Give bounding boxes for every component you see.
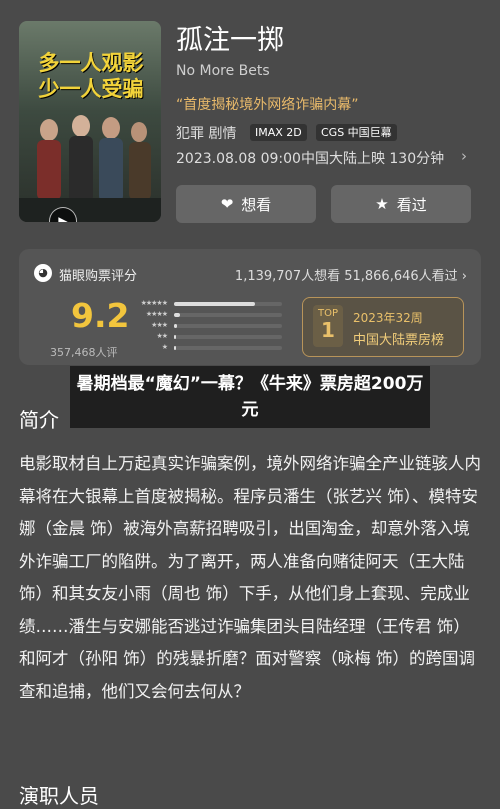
rating-row-fill: [174, 313, 181, 317]
intro-heading: 简介: [19, 408, 59, 432]
star-icon: ★: [375, 195, 389, 213]
rating-row-stars: ★★★★: [145, 310, 168, 318]
watched-button[interactable]: ★ 看过: [331, 185, 471, 223]
chevron-right-icon[interactable]: ›: [461, 147, 467, 165]
rating-row-track: [174, 302, 282, 306]
rating-row-track: [174, 313, 282, 317]
rating-row-stars: ★★: [156, 332, 168, 340]
rating-row-stars: ★: [161, 343, 168, 351]
poster-cast-illustration: [19, 115, 161, 222]
rating-score: 9.2: [71, 296, 130, 335]
rating-distribution-row: ★★★★: [131, 310, 282, 320]
rating-row-stars: ★★★: [151, 321, 168, 329]
release-info[interactable]: 2023.08.08 09:00中国大陆上映 130分钟: [176, 148, 444, 168]
poster-slogan-line2: 少一人受骗: [38, 77, 144, 101]
rating-source: 猫眼购票评分: [59, 269, 138, 284]
format-badge-cgs: CGS 中国巨幕: [316, 124, 397, 141]
rating-distribution-row: ★★: [131, 332, 282, 342]
intro-text: 电影取材自上万起真实诈骗案例，境外网络诈骗全产业链骇人内幕将在大银幕上首度被揭秘…: [19, 454, 481, 701]
want-to-watch-label: 想看: [241, 195, 272, 214]
movie-english-title: No More Bets: [176, 63, 270, 79]
box-office-rank-badge[interactable]: TOP 1 2023年32周 中国大陆票房榜: [302, 297, 464, 357]
rating-row-fill: [174, 335, 177, 339]
rating-distribution-row: ★★★: [131, 321, 282, 331]
rating-distribution-row: ★★★★★: [131, 299, 282, 309]
watched-label: 看过: [396, 195, 427, 214]
format-badge-imax: IMAX 2D: [250, 124, 307, 141]
rating-count: 357,468人评: [50, 346, 118, 359]
rating-row-track: [174, 324, 282, 328]
rating-stats: 1,139,707人想看 51,866,646人看过 ›: [235, 265, 467, 284]
news-overlay-banner[interactable]: 暑期档最“魔幻”一幕？《牛来》票房超200万元: [70, 366, 430, 428]
rank-number: 1: [321, 318, 335, 342]
heart-icon: ❤: [220, 195, 234, 213]
want-to-watch-button[interactable]: ❤ 想看: [176, 185, 316, 223]
chevron-right-icon: ›: [461, 269, 467, 284]
rating-row-track: [174, 335, 282, 339]
rating-card[interactable]: ◕ 猫眼购票评分 1,139,707人想看 51,866,646人看过 › 9.…: [19, 249, 481, 365]
movie-title: 孤注一掷: [176, 25, 284, 56]
rating-row-fill: [174, 324, 178, 328]
rank-list-name: 中国大陆票房榜: [353, 333, 445, 348]
rating-row-fill: [174, 346, 177, 350]
rating-row-stars: ★★★★★: [140, 299, 168, 307]
rank-week: 2023年32周: [353, 311, 423, 325]
rating-row-track: [174, 346, 282, 350]
poster-slogan-line1: 多一人观影: [38, 51, 144, 75]
rank-top-badge: TOP 1: [313, 305, 343, 347]
movie-tagline: “首度揭秘境外网络诈骗内幕”: [176, 97, 359, 113]
movie-genre: 犯罪 剧情: [176, 126, 237, 142]
rating-stats-text: 1,139,707人想看 51,866,646人看过: [234, 269, 458, 284]
rating-distribution-row: ★: [131, 343, 282, 353]
movie-poster[interactable]: 多一人观影 少一人受骗 ▶: [19, 21, 161, 222]
maoyan-cat-icon: ◕: [34, 264, 52, 282]
rating-row-fill: [174, 302, 255, 306]
